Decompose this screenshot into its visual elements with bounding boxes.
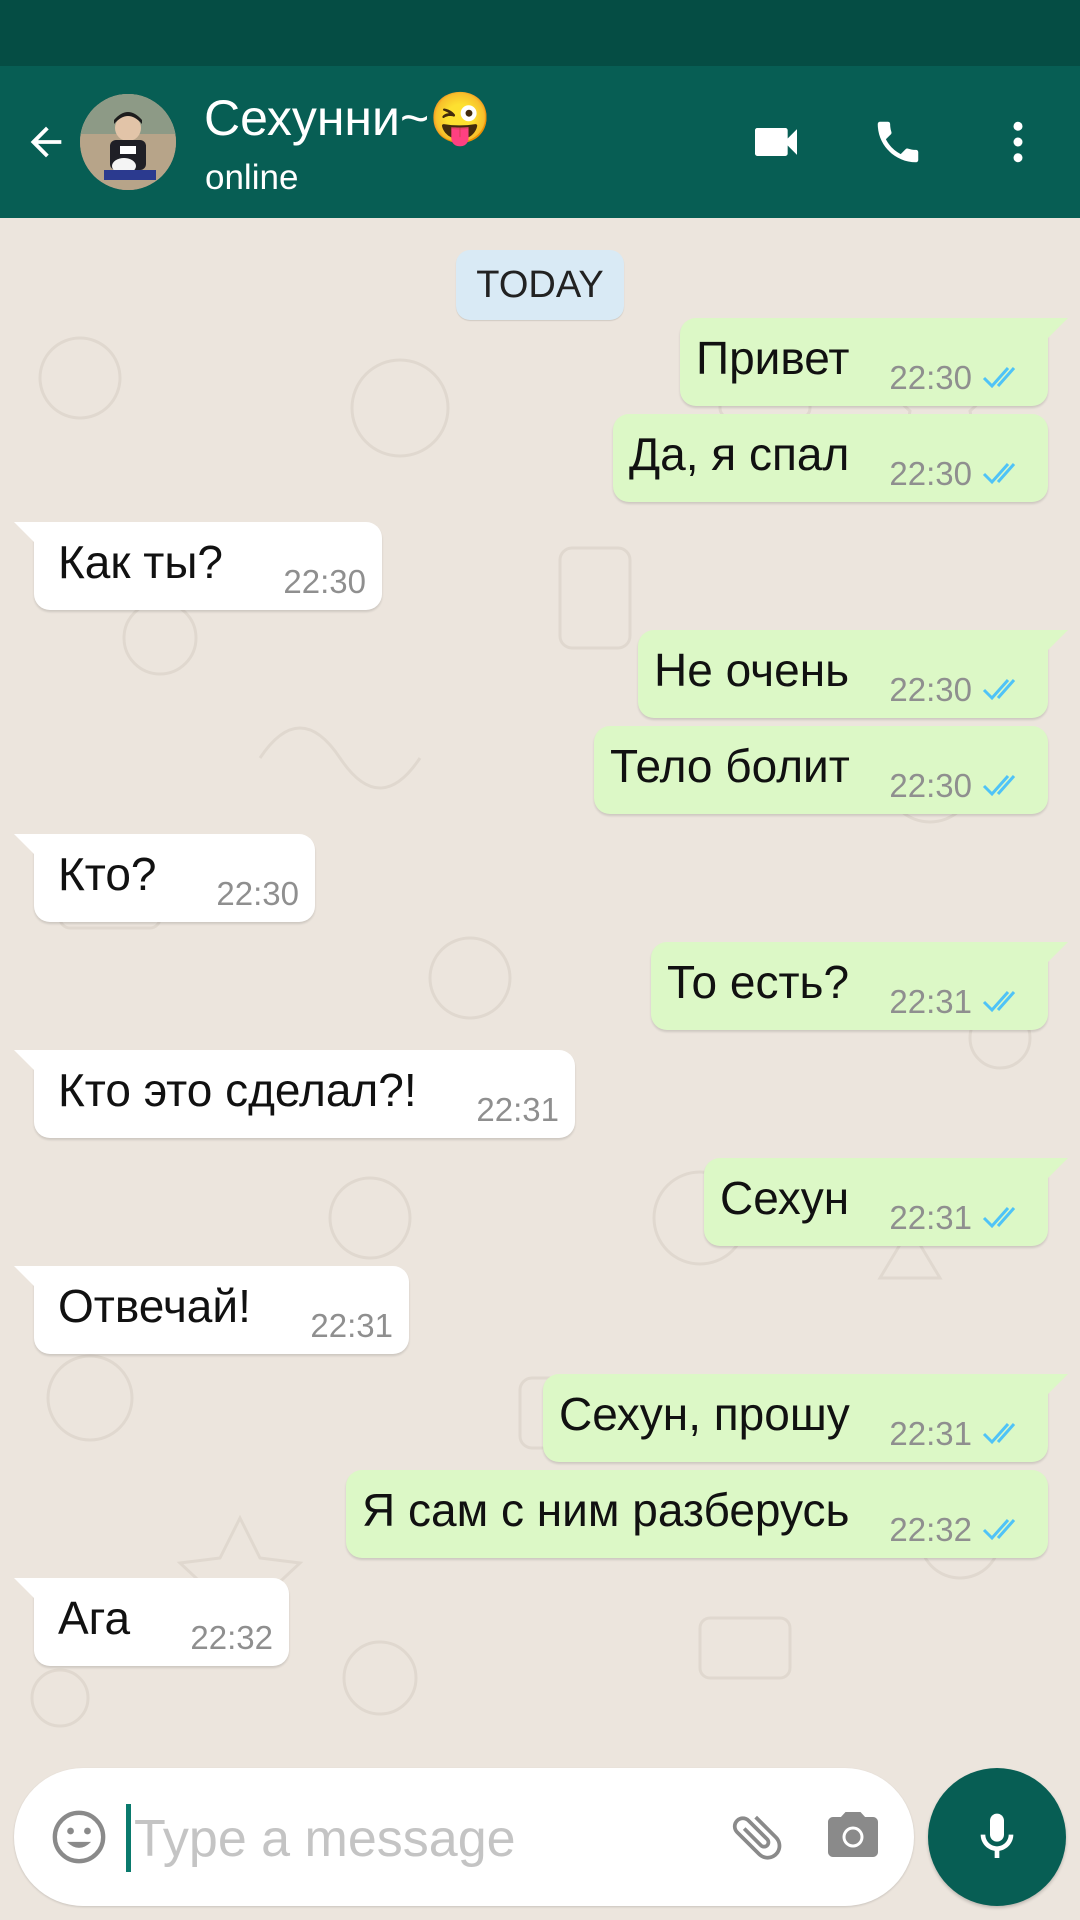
outgoing-message[interactable]: Не очень 22:30 — [638, 630, 1068, 718]
status-bar — [0, 0, 1080, 66]
back-arrow-icon — [30, 126, 62, 158]
message-time: 22:31 — [476, 1091, 559, 1128]
video-call-icon — [755, 128, 797, 156]
message-time: 22:30 — [216, 875, 299, 912]
message-time: 22:32 — [190, 1619, 273, 1656]
message-time: 22:31 — [889, 1415, 972, 1452]
phone-icon — [877, 121, 919, 163]
incoming-message[interactable]: Как ты? 22:30 — [14, 522, 382, 610]
outgoing-message[interactable]: Сехун, прошу 22:31 — [543, 1374, 1068, 1462]
message-text: Да, я спал — [629, 428, 850, 480]
more-vert-icon — [1013, 121, 1023, 163]
video-call-button[interactable] — [744, 110, 808, 174]
message-composer — [14, 1768, 914, 1906]
read-receipt-icon — [982, 991, 1016, 1013]
message-text: Ага — [58, 1592, 131, 1644]
read-receipt-icon — [982, 1423, 1016, 1445]
read-receipt-icon — [982, 463, 1016, 485]
more-options-button[interactable] — [986, 110, 1050, 174]
message-text: Тело болит — [610, 740, 850, 792]
message-input[interactable] — [132, 1798, 696, 1880]
read-receipt-icon — [982, 679, 1016, 701]
message-text: Я сам с ним разберусь — [362, 1484, 850, 1536]
avatar[interactable] — [80, 94, 176, 190]
incoming-message[interactable]: Ага 22:32 — [14, 1578, 289, 1666]
message-text: То есть? — [667, 956, 850, 1008]
message-time: 22:31 — [889, 1199, 972, 1236]
read-receipt-icon — [982, 367, 1016, 389]
message-text: Кто это сделал?! — [58, 1064, 417, 1116]
camera-icon — [828, 1812, 878, 1857]
outgoing-message[interactable]: Сехун 22:31 — [704, 1158, 1068, 1246]
attach-button[interactable] — [724, 1804, 790, 1870]
message-time: 22:30 — [889, 767, 972, 804]
incoming-message[interactable]: Кто это сделал?! 22:31 — [14, 1050, 575, 1138]
message-text: Как ты? — [58, 536, 223, 588]
mic-icon — [980, 1813, 1014, 1858]
message-time: 22:30 — [889, 671, 972, 708]
message-time: 22:31 — [889, 983, 972, 1020]
outgoing-message[interactable]: Я сам с ним разберусь 22:32 — [346, 1470, 1048, 1558]
avatar-photo — [80, 94, 176, 190]
message-time: 22:30 — [283, 563, 366, 600]
text-cursor — [126, 1804, 131, 1872]
read-receipt-icon — [982, 775, 1016, 797]
voice-record-button[interactable] — [928, 1768, 1066, 1906]
camera-button[interactable] — [820, 1804, 886, 1870]
message-text: Не очень — [654, 644, 850, 696]
message-text: Сехун — [720, 1172, 850, 1224]
emoji-button[interactable] — [48, 1806, 110, 1868]
outgoing-message[interactable]: Тело болит 22:30 — [594, 726, 1048, 814]
message-list[interactable]: TODAY Привет 22:30 Да, я спал 22:30 Как ты? 2… — [0, 218, 1080, 1758]
chat-screen: Сехунни~😜 online TODAY Привет 22:30 Да, … — [0, 0, 1080, 1920]
message-text: Сехун, прошу — [559, 1388, 850, 1440]
message-text: Кто? — [58, 848, 157, 900]
contact-name[interactable]: Сехунни~😜 — [204, 88, 491, 148]
chat-header: Сехунни~😜 online — [0, 66, 1080, 218]
back-button[interactable] — [18, 114, 74, 170]
outgoing-message[interactable]: Привет 22:30 — [680, 318, 1068, 406]
incoming-message[interactable]: Отвечай! 22:31 — [14, 1266, 409, 1354]
message-text: Привет — [696, 332, 850, 384]
outgoing-message[interactable]: Да, я спал 22:30 — [613, 414, 1048, 502]
message-time: 22:30 — [889, 359, 972, 396]
outgoing-message[interactable]: То есть? 22:31 — [651, 942, 1068, 1030]
message-text: Отвечай! — [58, 1280, 251, 1332]
message-time: 22:31 — [310, 1307, 393, 1344]
read-receipt-icon — [982, 1519, 1016, 1541]
voice-call-button[interactable] — [866, 110, 930, 174]
incoming-message[interactable]: Кто? 22:30 — [14, 834, 315, 922]
message-time: 22:32 — [889, 1511, 972, 1548]
date-divider: TODAY — [456, 250, 624, 320]
emoji-icon — [52, 1810, 106, 1864]
read-receipt-icon — [982, 1207, 1016, 1229]
contact-status: online — [205, 158, 299, 197]
message-time: 22:30 — [889, 455, 972, 492]
attach-icon — [732, 1815, 782, 1860]
